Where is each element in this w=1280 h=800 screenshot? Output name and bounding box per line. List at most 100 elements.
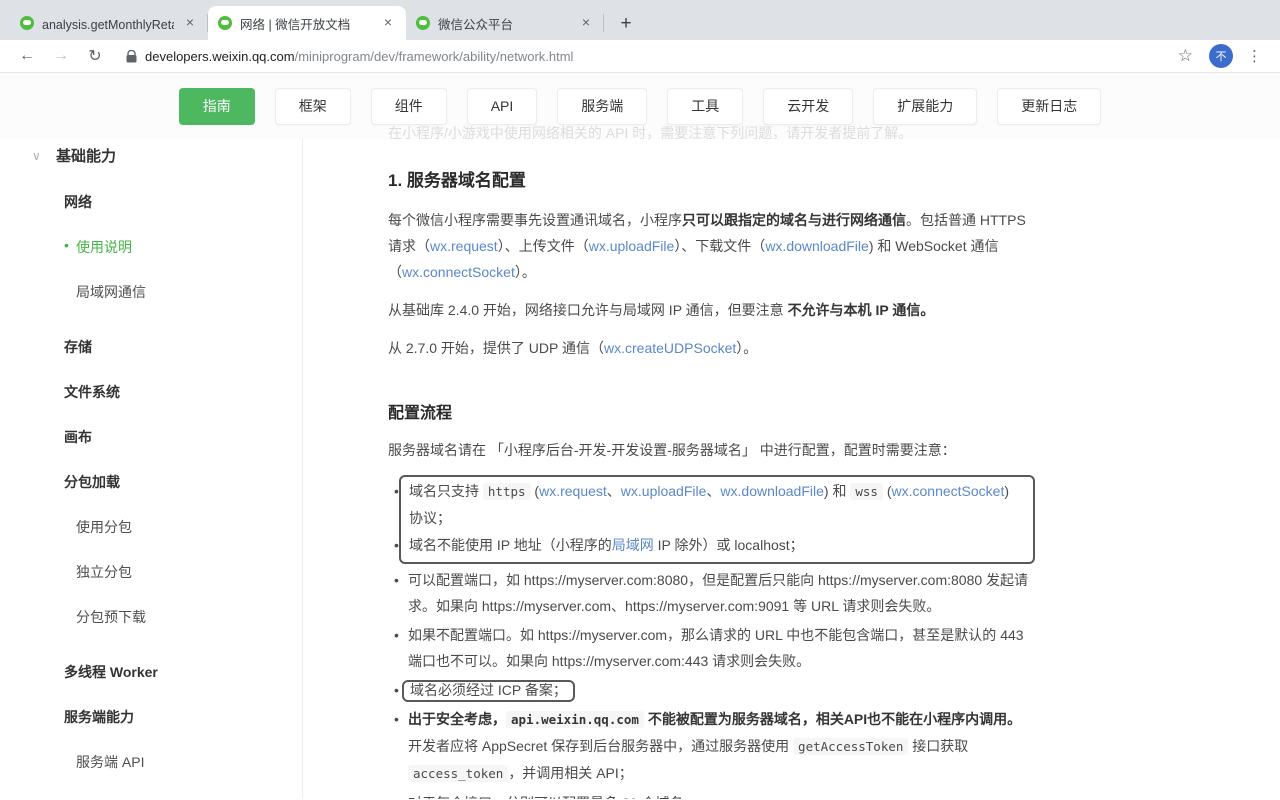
sidebar-item[interactable]: 使用分包	[76, 517, 302, 537]
spacer	[64, 652, 302, 662]
topnav-button-5[interactable]: 服务端	[557, 88, 647, 125]
sidebar-item-active[interactable]: 使用说明	[76, 237, 302, 257]
topnav-button-8[interactable]: 扩展能力	[873, 88, 977, 125]
text: (	[883, 483, 892, 499]
forward-icon[interactable]: →	[48, 43, 74, 69]
sidebar-item[interactable]: 存储	[64, 337, 302, 357]
tab-close-icon[interactable]: ×	[182, 15, 198, 31]
docs-sidebar: ∨基础能力网络使用说明局域网通信存储文件系统画布分包加载使用分包独立分包分包预下…	[0, 139, 303, 799]
text: 服务器域名请在 「小程序后台-开发-开发设置-服务器域名」 中进行配置，配置时需…	[388, 442, 956, 458]
bullet-list: 域名只支持 https (wx.request、wx.uploadFile、wx…	[408, 475, 1035, 799]
topnav-button-1[interactable]: 指南	[179, 88, 255, 125]
code-span: wss	[850, 483, 883, 500]
code-span: api.weixin.qq.com	[506, 711, 644, 728]
doc-link[interactable]: 局域网	[612, 537, 654, 553]
list-item: 可以配置端口，如 https://myserver.com:8080，但是配置后…	[408, 567, 1035, 619]
sidebar-item[interactable]: 分包预下载	[76, 607, 302, 627]
text: ，并调用相关 API；	[508, 765, 632, 781]
bold-text: 出于安全考虑，	[408, 711, 506, 727]
doc-link[interactable]: wx.request	[539, 483, 607, 499]
list-item: 如果不配置端口。如 https://myserver.com，那么请求的 URL…	[408, 622, 1035, 674]
bookmark-star-icon[interactable]: ☆	[1178, 46, 1193, 66]
address-bar[interactable]: developers.weixin.qq.com/miniprogram/dev…	[145, 49, 1168, 64]
sidebar-item[interactable]: 服务端 API	[76, 752, 302, 772]
section-heading: 配置流程	[388, 403, 1035, 425]
chevron-icon: ∨	[32, 149, 56, 163]
doc-link[interactable]: wx.connectSocket	[892, 483, 1005, 499]
browser-tab-1[interactable]: analysis.getMonthlyRetain | 微信 ×	[10, 6, 208, 40]
sidebar-item[interactable]: 分包加载	[64, 472, 302, 492]
browser-tab-3[interactable]: 微信公众平台 ×	[406, 6, 604, 40]
spacer	[64, 327, 302, 337]
sidebar-item[interactable]: 文件系统	[64, 382, 302, 402]
list-item: 域名不能使用 IP 地址（小程序的局域网 IP 除外）或 localhost；	[409, 532, 1025, 558]
paragraph: 服务器域名请在 「小程序后台-开发-开发设置-服务器域名」 中进行配置，配置时需…	[388, 437, 1035, 463]
topnav-button-9[interactable]: 更新日志	[997, 88, 1101, 125]
annotation-box: 域名只支持 https (wx.request、wx.uploadFile、wx…	[399, 475, 1035, 564]
sidebar-item[interactable]: 多线程 Worker	[64, 662, 302, 682]
bold-text: 只可以跟指定的域名与进行网络通信	[682, 212, 906, 228]
text: 域名只支持	[409, 483, 483, 499]
bold-text: 不允许与本机 IP 通信。	[788, 302, 935, 318]
browser-toolbar: ← → ↻ developers.weixin.qq.com/miniprogr…	[0, 40, 1280, 73]
reload-icon[interactable]: ↻	[82, 43, 108, 69]
list-item: 域名只支持 https (wx.request、wx.uploadFile、wx…	[409, 478, 1025, 531]
doc-link[interactable]: wx.downloadFile	[720, 483, 824, 499]
text: ) 和	[824, 483, 850, 499]
topnav-button-6[interactable]: 工具	[667, 88, 743, 125]
topnav-button-7[interactable]: 云开发	[763, 88, 853, 125]
tab-title: analysis.getMonthlyRetain | 微信	[42, 14, 174, 33]
doc-link[interactable]: wx.uploadFile	[621, 483, 707, 499]
code-span: https	[483, 483, 531, 500]
text: 域名必须经过 ICP 备案；	[410, 682, 567, 698]
tab-close-icon[interactable]: ×	[578, 15, 594, 31]
text: 接口获取	[908, 738, 968, 754]
sidebar-item[interactable]: 消息推送	[76, 797, 302, 799]
paragraph: 每个微信小程序需要事先设置通讯域名，小程序只可以跟指定的域名与进行网络通信。包括…	[388, 207, 1035, 285]
sidebar-item[interactable]: 独立分包	[76, 562, 302, 582]
browser-tab-strip: analysis.getMonthlyRetain | 微信 × 网络 | 微信…	[0, 0, 1280, 40]
annotation-box: 域名必须经过 ICP 备案；	[402, 680, 575, 702]
text: (	[531, 483, 540, 499]
wechat-favicon-icon	[20, 16, 34, 30]
tab-close-icon[interactable]: ×	[380, 15, 396, 31]
doc-link[interactable]: wx.createUDPSocket	[604, 340, 736, 356]
docs-main: 1. 服务器域名配置每个微信小程序需要事先设置通讯域名，小程序只可以跟指定的域名…	[303, 139, 1280, 799]
text: 如果不配置端口。如 https://myserver.com，那么请求的 URL…	[408, 627, 1024, 669]
lock-icon	[126, 50, 137, 63]
sidebar-item[interactable]: 网络	[64, 192, 302, 212]
code-span: getAccessToken	[793, 738, 908, 755]
topnav-button-2[interactable]: 框架	[275, 88, 351, 125]
doc-link[interactable]: wx.request	[430, 238, 498, 254]
paragraph: 从 2.7.0 开始，提供了 UDP 通信（wx.createUDPSocket…	[388, 335, 1035, 361]
section-heading: 1. 服务器域名配置	[388, 169, 1035, 193]
text: 从 2.7.0 开始，提供了 UDP 通信（	[388, 340, 604, 356]
sidebar-item[interactable]: 局域网通信	[76, 282, 302, 302]
doc-link[interactable]: wx.downloadFile	[765, 238, 869, 254]
topnav-button-4[interactable]: API	[467, 88, 538, 125]
text: ）。	[515, 264, 536, 280]
doc-link[interactable]: wx.connectSocket	[402, 264, 515, 280]
new-tab-button[interactable]: +	[612, 10, 640, 38]
sidebar-section-label: 基础能力	[56, 145, 116, 166]
browser-menu-icon[interactable]: ⋮	[1247, 47, 1262, 65]
wechat-favicon-icon	[416, 16, 430, 30]
browser-tab-2-active[interactable]: 网络 | 微信开放文档 ×	[208, 6, 406, 40]
text: 、	[607, 483, 621, 499]
text: ）、下载文件（	[674, 238, 765, 254]
sidebar-item[interactable]: 画布	[64, 427, 302, 447]
doc-link[interactable]: wx.uploadFile	[589, 238, 675, 254]
sidebar-section-1[interactable]: ∨基础能力	[32, 145, 302, 166]
profile-avatar[interactable]: 不	[1209, 44, 1233, 68]
topnav-button-3[interactable]: 组件	[371, 88, 447, 125]
bold-text: 不能被配置为服务器域名，相关API也不能在小程序内调用。	[644, 711, 1021, 727]
list-item: 对于每个接口，分别可以配置最多 20 个域名。	[408, 790, 1035, 799]
back-icon[interactable]: ←	[14, 43, 40, 69]
wechat-favicon-icon	[218, 16, 232, 30]
sidebar-item[interactable]: 服务端能力	[64, 707, 302, 727]
url-path: /miniprogram/dev/framework/ability/netwo…	[295, 49, 574, 64]
text: 对于每个接口，分别可以配置最多 20 个域名。	[408, 795, 697, 799]
text: 每个微信小程序需要事先设置通讯域名，小程序	[388, 212, 682, 228]
site-top-nav: 指南框架组件 API 服务端工具云开发扩展能力更新日志	[179, 88, 1102, 125]
text: IP 除外）或 localhost；	[654, 537, 804, 553]
